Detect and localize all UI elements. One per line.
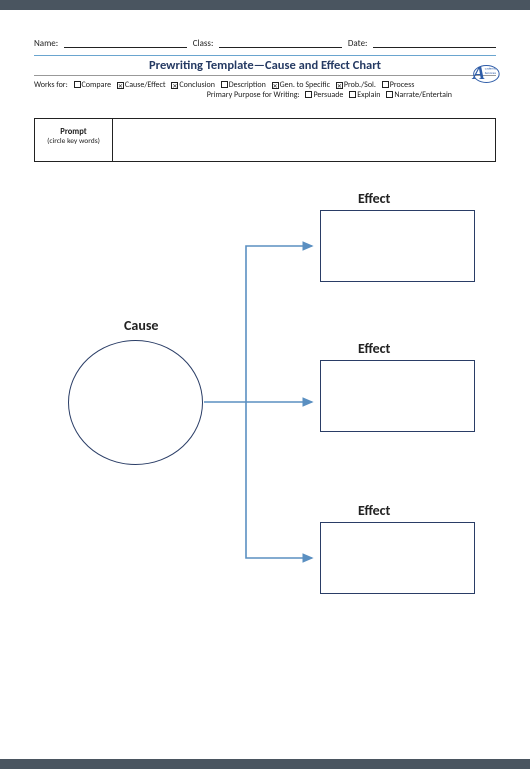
works-for-opt: Process [390, 80, 415, 90]
worksheet-page: Name: Class: Date: Prewriting Template—C… [0, 10, 530, 759]
checkbox-cause-effect[interactable] [117, 82, 124, 89]
class-input-line[interactable] [219, 38, 342, 48]
effect-2-box[interactable] [320, 360, 475, 432]
date-input-line[interactable] [373, 38, 496, 48]
checkbox-narrate[interactable] [386, 91, 393, 98]
checkbox-compare[interactable] [74, 81, 81, 88]
checkbox-prob-sol[interactable] [336, 82, 343, 89]
works-for-opt: Cause/Effect [125, 80, 166, 90]
works-for-opt: Prob./Sol. [344, 80, 376, 90]
effect-2-label: Effect [358, 340, 390, 357]
header-fields: Name: Class: Date: [34, 38, 496, 49]
works-for-opt: Conclusion [179, 80, 215, 90]
checkbox-persuade[interactable] [305, 91, 312, 98]
effect-1-box[interactable] [320, 210, 475, 282]
prompt-title: Prompt [60, 127, 86, 137]
purpose-opt: Persuade [313, 90, 343, 100]
svg-text:A: A [472, 63, 485, 84]
works-for-opt: Compare [82, 80, 112, 90]
checkbox-conclusion[interactable] [171, 82, 178, 89]
cause-label: Cause [124, 317, 158, 334]
cause-effect-diagram: Cause Effect Effect Effect [34, 182, 496, 652]
page-title: Prewriting Template—Cause and Effect Cha… [34, 58, 496, 73]
effect-3-label: Effect [358, 502, 390, 519]
checkbox-explain[interactable] [349, 91, 356, 98]
prompt-table: Prompt (circle key words) [34, 118, 496, 162]
divider-thin [34, 75, 496, 76]
effect-1-label: Effect [358, 190, 390, 207]
works-for-row: Works for: Compare Cause/Effect Conclusi… [34, 80, 496, 90]
svg-text:cademic: cademic [485, 67, 497, 71]
effect-3-box[interactable] [320, 522, 475, 594]
checkbox-description[interactable] [221, 81, 228, 88]
school-logo: A cademic Services [466, 60, 500, 88]
cause-circle[interactable] [68, 340, 203, 465]
purpose-opt: Narrate/Entertain [394, 90, 452, 100]
purpose-lead: Primary Purpose for Writing: [207, 90, 300, 100]
date-label: Date: [348, 38, 368, 49]
divider-blue [34, 55, 496, 56]
works-for-opt: Description [229, 80, 266, 90]
prompt-subtitle: (circle key words) [39, 137, 108, 146]
checkbox-process[interactable] [382, 81, 389, 88]
checkbox-gen-specific[interactable] [272, 82, 279, 89]
purpose-opt: Explain [357, 90, 380, 100]
class-label: Class: [193, 38, 214, 49]
works-for-opt: Gen. to Specific [280, 80, 330, 90]
prompt-header-cell: Prompt (circle key words) [35, 119, 113, 161]
works-for-lead: Works for: [34, 80, 68, 90]
svg-text:Services: Services [485, 71, 497, 75]
prompt-input-cell[interactable] [113, 119, 495, 161]
name-input-line[interactable] [64, 38, 187, 48]
name-label: Name: [34, 38, 58, 49]
purpose-row: Primary Purpose for Writing: Persuade Ex… [34, 90, 496, 100]
